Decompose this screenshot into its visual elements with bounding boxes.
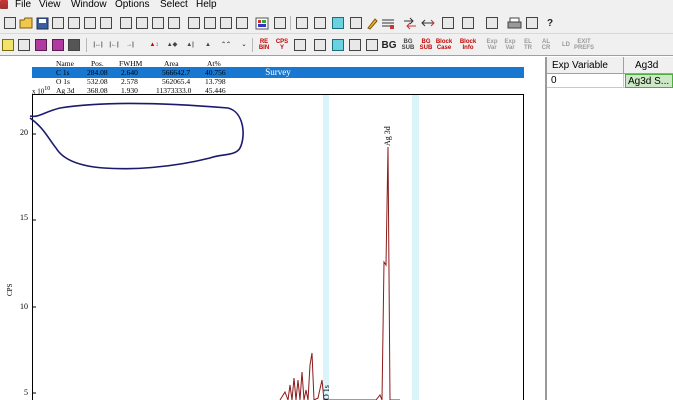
quant-header-area: Area	[164, 59, 179, 68]
casaxps-window: File View Window Options Select Help ? |…	[0, 0, 673, 400]
quant-cell-at: 40.756	[205, 68, 226, 77]
quant-header-fwhm: FWHM	[119, 59, 143, 68]
quant-cell-fwhm: 2.640	[121, 68, 138, 77]
column-header-exp-variable[interactable]: Exp Variable	[547, 57, 624, 74]
exp-variable-header: Exp Variable Ag3d	[547, 57, 673, 74]
peak-label-o1s: O 1s	[322, 385, 331, 400]
quant-cell-name: C 1s	[56, 68, 70, 77]
quant-cell-area: 566642.7	[162, 68, 191, 77]
quant-cell-area: 562065.4	[162, 77, 191, 86]
quant-cell-fwhm: 2.578	[121, 77, 138, 86]
table-row: 0 Ag3d S...	[547, 74, 673, 88]
quant-cell-at: 45.446	[205, 86, 226, 95]
quant-cell-name: O 1s	[56, 77, 70, 86]
exp-variable-cell[interactable]: 0	[547, 74, 624, 88]
region-highlight-ag3d	[412, 95, 419, 400]
quant-header-name: Name	[56, 59, 74, 68]
quant-cell-pos: 532.08	[87, 77, 108, 86]
quant-cell-name: Ag 3d	[56, 86, 75, 95]
exp-variable-panel: Exp Variable Ag3d 0 Ag3d S...	[545, 57, 673, 400]
ink-annotation-loop	[29, 102, 244, 170]
quant-cell-pos: 368.08	[87, 86, 108, 95]
quant-header-pos: Pos.	[91, 59, 104, 68]
region-highlight-o1s	[323, 95, 329, 400]
quant-cell-area: 11373333.0	[156, 86, 192, 95]
quant-cell-at: 13.798	[205, 77, 226, 86]
column-header-ag3d[interactable]: Ag3d	[625, 57, 673, 74]
quant-cell-fwhm: 1.930	[121, 86, 138, 95]
spectrum-line	[279, 146, 400, 400]
quant-header-at: At%	[207, 59, 221, 68]
quant-cell-pos: 284.08	[87, 68, 108, 77]
ag3d-cell-selected[interactable]: Ag3d S...	[625, 74, 673, 88]
peak-label-ag3d: Ag 3d	[383, 126, 392, 146]
